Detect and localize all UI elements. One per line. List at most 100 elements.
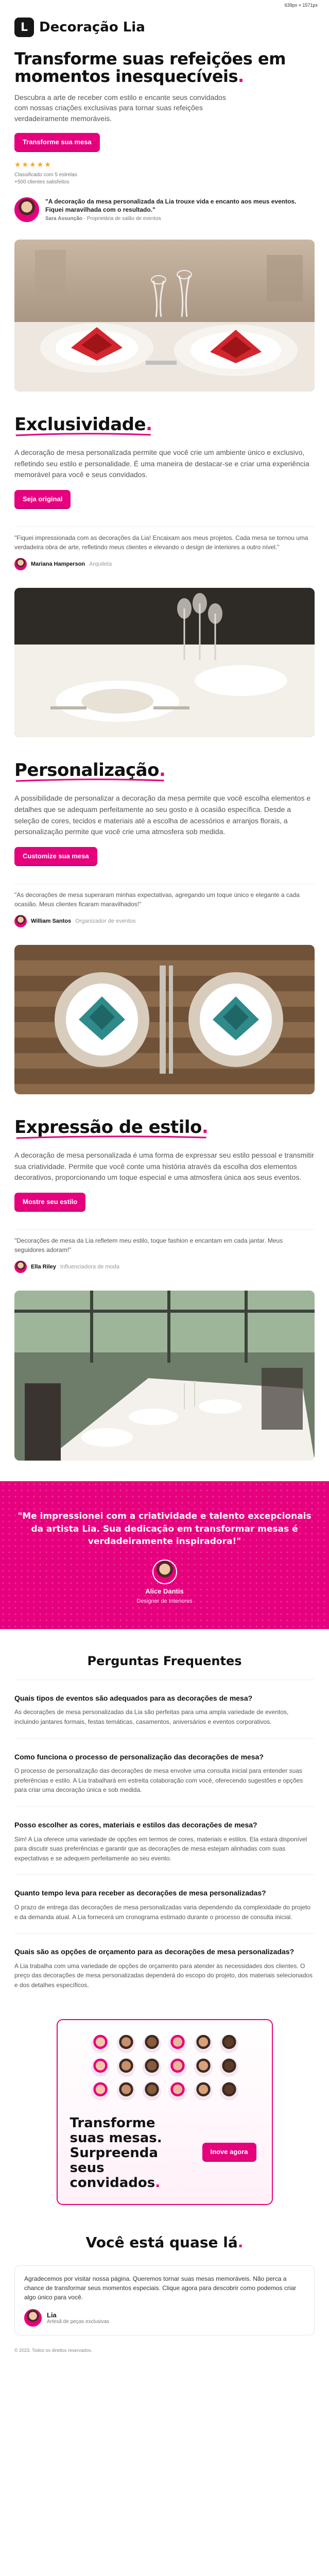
faq-question[interactable]: Quanto tempo leva para receber as decora… xyxy=(14,1888,315,1899)
feature-personalizacao: Personalização. A possibilidade de perso… xyxy=(0,737,329,927)
hero-title-dot: . xyxy=(238,66,244,86)
featured-quote-author: Alice Dantis Designer de Interiores xyxy=(16,1559,313,1604)
section-quote-author: William Santos Organizador de eventos xyxy=(14,914,315,927)
divider xyxy=(14,1874,315,1875)
section-quote: "As decorações de mesa superaram minhas … xyxy=(14,883,315,927)
faq-answer: As decorações de mesa personalizadas da … xyxy=(14,1708,289,1726)
author-name: William Santos xyxy=(31,918,72,924)
featured-testimonial: "Me impressionei com a criatividade e ta… xyxy=(0,1481,329,1629)
faq-question[interactable]: Posso escolher as cores, materiais e est… xyxy=(14,1820,315,1831)
customer-avatar xyxy=(219,2034,238,2053)
faq-question[interactable]: Quais tipos de eventos são adequados par… xyxy=(14,1693,315,1704)
faq-answer: O processo de personalização das decoraç… xyxy=(14,1767,303,1794)
faq-answer: A Lia trabalha com uma variedade de opçõ… xyxy=(14,1962,313,1989)
section-title: Personalização. xyxy=(14,760,166,782)
faq-item[interactable]: Quais tipos de eventos são adequados par… xyxy=(14,1693,315,1727)
table-photo-red-napkins xyxy=(14,240,315,392)
section-quote-author: Ella Riley Influenciadora de moda xyxy=(14,1260,315,1273)
faq-section: Perguntas Frequentes Quais tipos de even… xyxy=(0,1654,329,1990)
customer-avatar xyxy=(168,2058,187,2077)
author-avatar xyxy=(14,1260,27,1273)
dot-pattern-background xyxy=(0,1481,329,1629)
faq-question[interactable]: Como funciona o processo de personalizaç… xyxy=(14,1752,315,1762)
highlight-underline-icon xyxy=(15,778,164,782)
hero-testimonial: "A decoração da mesa personalizada da Li… xyxy=(14,197,315,223)
customer-avatar xyxy=(91,2081,110,2100)
cta-title-text: Transforme suas mesas. Surpreenda seus xyxy=(70,2115,162,2176)
section-quote-text: "Decorações de mesa da Lia refletem meu … xyxy=(14,1236,283,1253)
customer-avatar xyxy=(91,2034,110,2053)
hero-cta-button[interactable]: Transforme sua mesa xyxy=(14,133,100,151)
customer-avatar-grid xyxy=(70,2034,259,2100)
logo-letter: L xyxy=(20,21,28,34)
author-name: Mariana Hamperson xyxy=(31,561,85,567)
logo-mark-icon[interactable]: L xyxy=(14,18,34,37)
hero-quote: "A decoração da mesa personalizada da Li… xyxy=(45,198,297,214)
hero-title: Transforme suas refeições em momentos in… xyxy=(14,50,315,85)
brand-name[interactable]: Decoração Lia xyxy=(39,20,145,35)
section-title: Exclusividade. xyxy=(14,414,152,436)
customer-avatar xyxy=(91,2058,110,2077)
customer-avatar xyxy=(142,2034,161,2053)
signature-role: Artesã de peças exclusivas xyxy=(47,2319,110,2325)
author-avatar xyxy=(14,558,27,571)
faq-answer: O prazo de entrega das decorações de mes… xyxy=(14,1904,311,1921)
cta-card-button[interactable]: Inove agora xyxy=(202,2143,256,2161)
faq-title: Perguntas Frequentes xyxy=(87,1653,242,1668)
author-avatar xyxy=(14,914,27,927)
table-photo-dining xyxy=(14,588,315,738)
section-body: A decoração de mesa personalizada permit… xyxy=(14,448,309,479)
closing-section: Você está quase lá. Agradecemos por visi… xyxy=(0,2234,329,2336)
rating-line-2: +500 clientes satisfeitos xyxy=(14,179,70,185)
divider xyxy=(14,1933,315,1934)
highlight-underline-icon xyxy=(15,433,151,436)
footer-copyright: © 2023. Todos os direitos reservados. xyxy=(14,2348,93,2353)
hero-quote-author: Sara Assunção · Proprietária de salão de… xyxy=(45,216,161,222)
section-title: Expressão de estilo. xyxy=(14,1117,209,1139)
customer-avatar xyxy=(219,2058,238,2077)
customer-avatar xyxy=(194,2058,213,2077)
cta-title-emphasis: convidados xyxy=(70,2175,155,2191)
section-quote-text: "As decorações de mesa superaram minhas … xyxy=(14,891,300,908)
closing-message: Agradecemos por visitar nossa página. Qu… xyxy=(24,2275,297,2301)
section-quote-text: "Fiquei impressionada com as decorações … xyxy=(14,534,308,551)
highlight-underline-icon xyxy=(16,1136,207,1139)
table-photo-restaurant xyxy=(14,1290,315,1461)
featured-avatar xyxy=(152,1559,177,1584)
star-rating-icon: ★★★★★ xyxy=(14,160,52,169)
faq-item[interactable]: Quanto tempo leva para receber as decora… xyxy=(14,1888,315,1922)
faq-item[interactable]: Quais são as opções de orçamento para as… xyxy=(14,1947,315,1990)
section-body: A possibilidade de personalizar a decora… xyxy=(14,794,311,836)
featured-name: Alice Dantis xyxy=(145,1587,184,1595)
signature-avatar xyxy=(24,2309,42,2327)
section-quote: "Decorações de mesa da Lia refletem meu … xyxy=(14,1229,315,1273)
divider xyxy=(14,1806,315,1807)
customer-avatar xyxy=(194,2034,213,2053)
faq-item[interactable]: Como funciona o processo de personalizaç… xyxy=(14,1752,315,1795)
cta-title: Transforme suas mesas. Surpreenda seus c… xyxy=(70,2115,178,2191)
hero-quote-role: Proprietária de salão de eventos xyxy=(86,216,161,222)
customer-avatar xyxy=(194,2081,213,2100)
site-header: L Decoração Lia xyxy=(0,10,329,46)
section-cta-button[interactable]: Seja original xyxy=(14,490,71,509)
hero-quote-name: Sara Assunção xyxy=(45,216,82,222)
customer-avatar xyxy=(116,2034,135,2053)
signature: Lia Artesã de peças exclusivas xyxy=(24,2309,305,2327)
featured-quote: "Me impressionei com a criatividade e ta… xyxy=(18,1511,311,1547)
closing-title-dot: . xyxy=(237,2234,244,2251)
viewport-text: 639px × 1571px xyxy=(284,3,318,8)
section-cta-button[interactable]: Mostre seu estilo xyxy=(14,1192,86,1211)
section-quote-author: Mariana Hamperson Arquiteta xyxy=(14,558,315,571)
hero-title-emphasis: inesquecíveis xyxy=(115,66,238,86)
section-cta-button[interactable]: Customize sua mesa xyxy=(14,846,97,865)
faq-question[interactable]: Quais são as opções de orçamento para as… xyxy=(14,1947,315,1957)
author-name: Ella Riley xyxy=(31,1263,56,1270)
rating-line-1: Classificado com 5 estrelas xyxy=(14,172,77,178)
testimonial-avatar xyxy=(14,197,39,223)
faq-item[interactable]: Posso escolher as cores, materiais e est… xyxy=(14,1820,315,1863)
hero-subtitle: Descubra a arte de receber com estilo e … xyxy=(14,93,226,123)
table-photo-teal-napkins xyxy=(14,944,315,1094)
customer-avatar xyxy=(142,2081,161,2100)
cta-card-wrapper: Transforme suas mesas. Surpreenda seus c… xyxy=(56,2019,273,2206)
author-role: Organizador de eventos xyxy=(75,918,136,924)
